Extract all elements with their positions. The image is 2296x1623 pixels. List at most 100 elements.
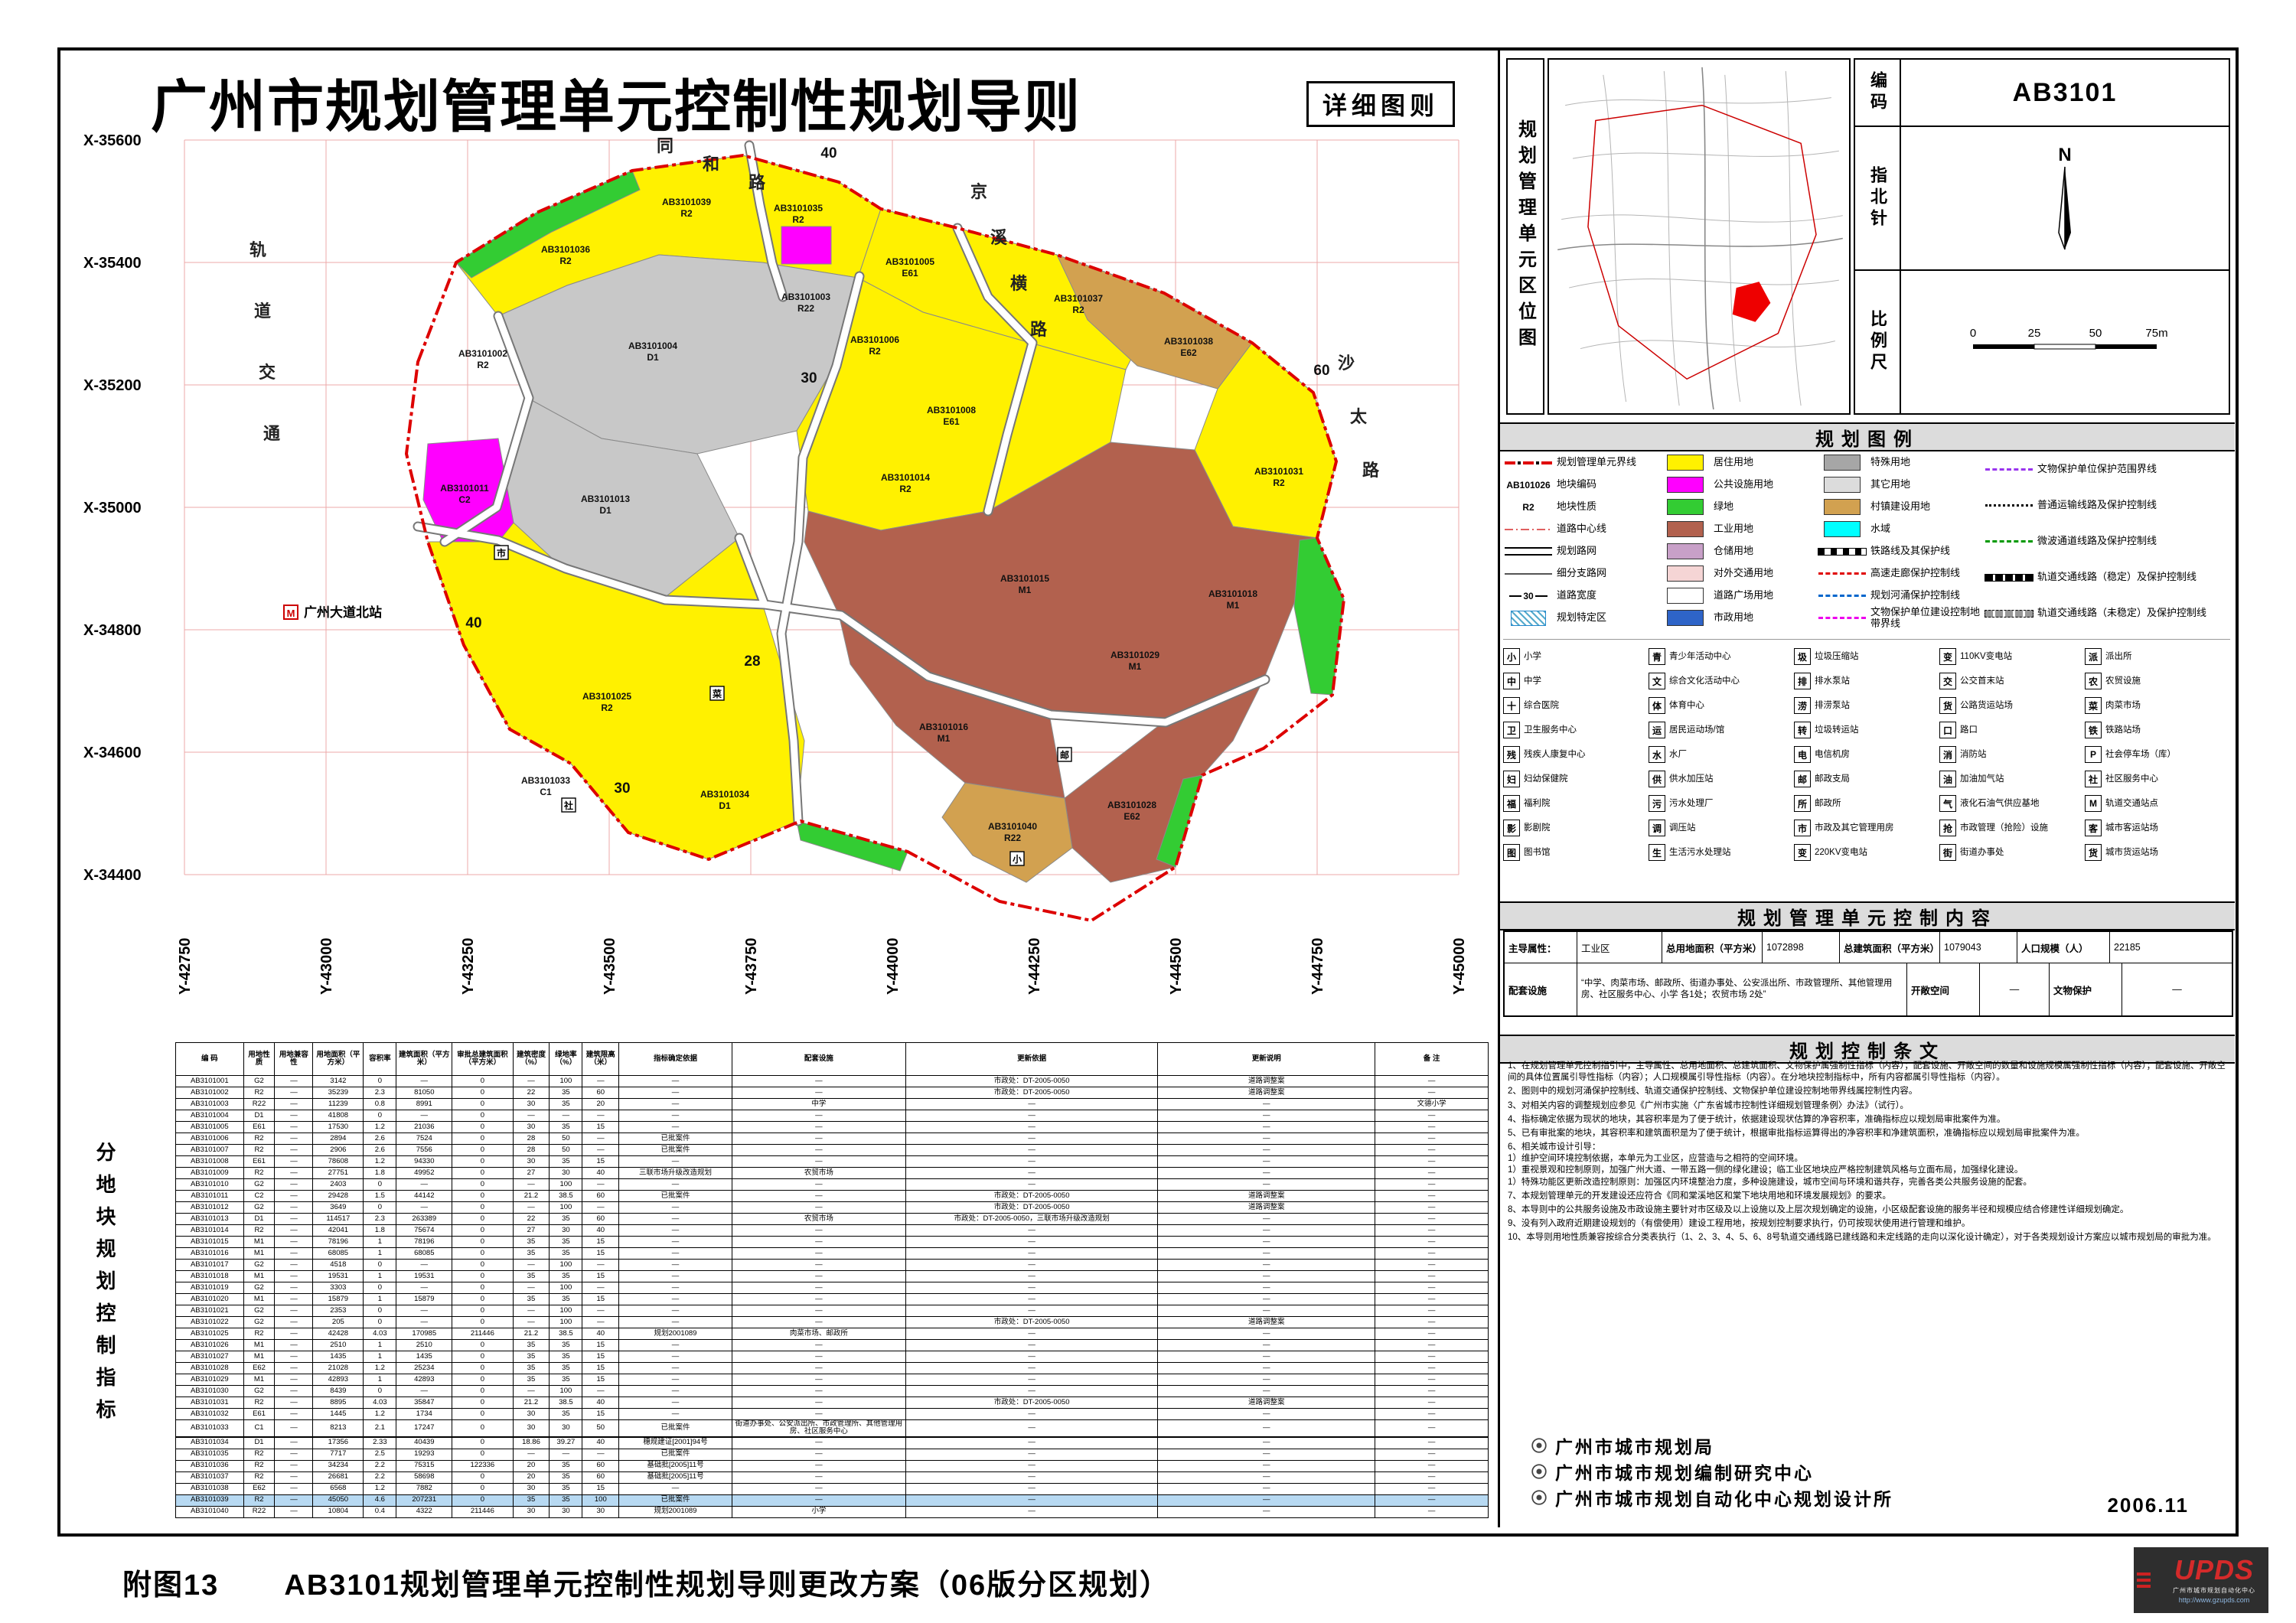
table-cell: 41808 — [313, 1110, 364, 1122]
table-cell: 0 — [452, 1260, 514, 1271]
table-cell: — — [582, 1317, 619, 1328]
road-width-label: 40 — [820, 145, 837, 161]
table-cell: 170985 — [396, 1328, 452, 1340]
table-cell: — — [1158, 1483, 1375, 1494]
table-row: AB3101005E61—175301.2210360303515————— — [176, 1122, 1489, 1133]
table-cell: — — [1158, 1506, 1375, 1517]
legend-line-black-dot-icon — [1985, 504, 2033, 507]
table-cell: — — [1375, 1460, 1489, 1471]
table-cell: 30 — [513, 1506, 550, 1517]
provision-item: 7、本规划管理单元的开发建设还应符合《同和棠溪地区和棠下地块用地和环境发展规划》… — [1508, 1191, 2226, 1202]
table-cell: 4.03 — [364, 1328, 396, 1340]
table-cell: 18.86 — [513, 1437, 550, 1449]
table-cell: 2.33 — [364, 1437, 396, 1449]
scale-tick-label: 0 — [1970, 327, 1976, 340]
table-cell: 50 — [582, 1420, 619, 1437]
table-cell: — — [1375, 1317, 1489, 1328]
table-cell: 2.5 — [364, 1449, 396, 1460]
legend-symbol — [1817, 521, 1867, 537]
table-cell: 35239 — [313, 1087, 364, 1099]
table-cell: AB3101007 — [176, 1145, 244, 1156]
table-cell: 0 — [452, 1351, 514, 1363]
legend-item-label: 文物保护单位建设控制地带界线 — [1867, 607, 1984, 629]
road-name-char: 通 — [263, 424, 280, 443]
table-cell: 0 — [452, 1271, 514, 1282]
facility-legend-item: M轨道交通站点 — [2085, 795, 2230, 812]
table-cell: — — [582, 1305, 619, 1317]
table-cell: 2353 — [313, 1305, 364, 1317]
table-cell: — — [905, 1460, 1157, 1471]
table-cell: — — [905, 1449, 1157, 1460]
legend-symbol — [1503, 573, 1554, 575]
facility-label: 图书馆 — [1524, 848, 1551, 857]
legend-item-label: 其它用地 — [1867, 479, 1910, 490]
table-cell: — — [732, 1471, 905, 1483]
table-cell: — — [275, 1420, 313, 1437]
facility-label: 公路货运站场 — [1960, 701, 2013, 710]
legend-symbol-centerline-icon — [1505, 529, 1552, 530]
scale-tick-label: 25 — [2028, 327, 2041, 340]
facility-icon: M — [2085, 795, 2102, 812]
table-row: AB3101025R2—424284.0317098521144621.238.… — [176, 1328, 1489, 1340]
column-header: 配套设施 — [732, 1043, 905, 1076]
table-cell: — — [619, 1294, 732, 1305]
provision-item: 4、指标确定依据为现状的地块，其容积率是为了便于统计，依据建设现状估算的净容积率… — [1508, 1114, 2226, 1126]
location-map-svg — [1549, 60, 1849, 413]
table-cell: — — [619, 1374, 732, 1386]
y-axis-label: Y-44250 — [1026, 937, 1043, 995]
table-cell: — — [1375, 1363, 1489, 1374]
road-name-char: 溪 — [990, 228, 1008, 247]
table-cell: — — [732, 1374, 905, 1386]
table-cell: 2510 — [313, 1340, 364, 1351]
table-cell: 三联市场升级改造规划 — [619, 1168, 732, 1179]
table-cell: 0 — [452, 1305, 514, 1317]
facility-map-icon-glyph: 小 — [1013, 853, 1022, 865]
table-cell: — — [732, 1397, 905, 1409]
land-area-value: 1072898 — [1763, 932, 1840, 963]
table-cell: 1 — [364, 1351, 396, 1363]
table-row: AB3101001G2—31420—0—100———市政处：DT-2005-00… — [176, 1076, 1489, 1087]
facility-legend-item: 电电信机房 — [1794, 746, 1939, 763]
legend-symbol — [1660, 565, 1711, 582]
table-cell: 道路调整案 — [1158, 1076, 1375, 1087]
table-cell: — — [1375, 1237, 1489, 1248]
table-cell: 75315 — [396, 1460, 452, 1471]
facility-icon: 排 — [1794, 673, 1811, 689]
legend-symbol — [1660, 588, 1711, 604]
table-row: AB3101026M1—2510125100353515————— — [176, 1340, 1489, 1351]
table-cell: 100 — [550, 1317, 582, 1328]
table-cell: — — [1375, 1282, 1489, 1294]
planning-map: Y-42750Y-43000Y-43250Y-43500Y-43750Y-440… — [70, 113, 1493, 1005]
legend-symbol — [1817, 548, 1867, 556]
table-cell: 42893 — [396, 1374, 452, 1386]
table-cell: 0 — [452, 1214, 514, 1225]
parcel-code-label: AB3101014 — [881, 472, 930, 483]
table-cell: — — [396, 1110, 452, 1122]
table-cell: 15 — [582, 1340, 619, 1351]
facilities-row: 中中学文综合文化活动中心排排水泵站交公交首末站农农贸设施 — [1503, 669, 2230, 693]
table-cell: — — [582, 1179, 619, 1191]
table-cell: 1 — [364, 1340, 396, 1351]
legend-symbol — [1984, 504, 2034, 507]
legend-item: 规划管理单元界线 — [1503, 451, 1660, 474]
table-cell: — — [1375, 1506, 1489, 1517]
table-cell: 7717 — [313, 1449, 364, 1460]
table-cell: 30 — [550, 1420, 582, 1437]
table-cell: — — [619, 1409, 732, 1420]
table-cell: 100 — [550, 1386, 582, 1397]
legend-item-label: 文物保护单位保护范围界线 — [2034, 464, 2157, 474]
table-cell: 15 — [582, 1351, 619, 1363]
table-cell: 30 — [513, 1420, 550, 1437]
facility-legend-item: 邮邮政支局 — [1794, 771, 1939, 787]
table-cell: — — [396, 1260, 452, 1271]
table-cell: AB3101029 — [176, 1374, 244, 1386]
facility-label: 肉菜市场 — [2105, 701, 2141, 710]
table-cell: — — [905, 1168, 1157, 1179]
table-cell: — — [275, 1494, 313, 1506]
legend-symbol — [1503, 611, 1554, 626]
table-cell: — — [513, 1317, 550, 1328]
table-cell: 35 — [550, 1363, 582, 1374]
facility-icon: 街 — [1939, 844, 1956, 861]
table-cell: 15 — [582, 1409, 619, 1420]
facility-icon: P — [2085, 746, 2102, 763]
